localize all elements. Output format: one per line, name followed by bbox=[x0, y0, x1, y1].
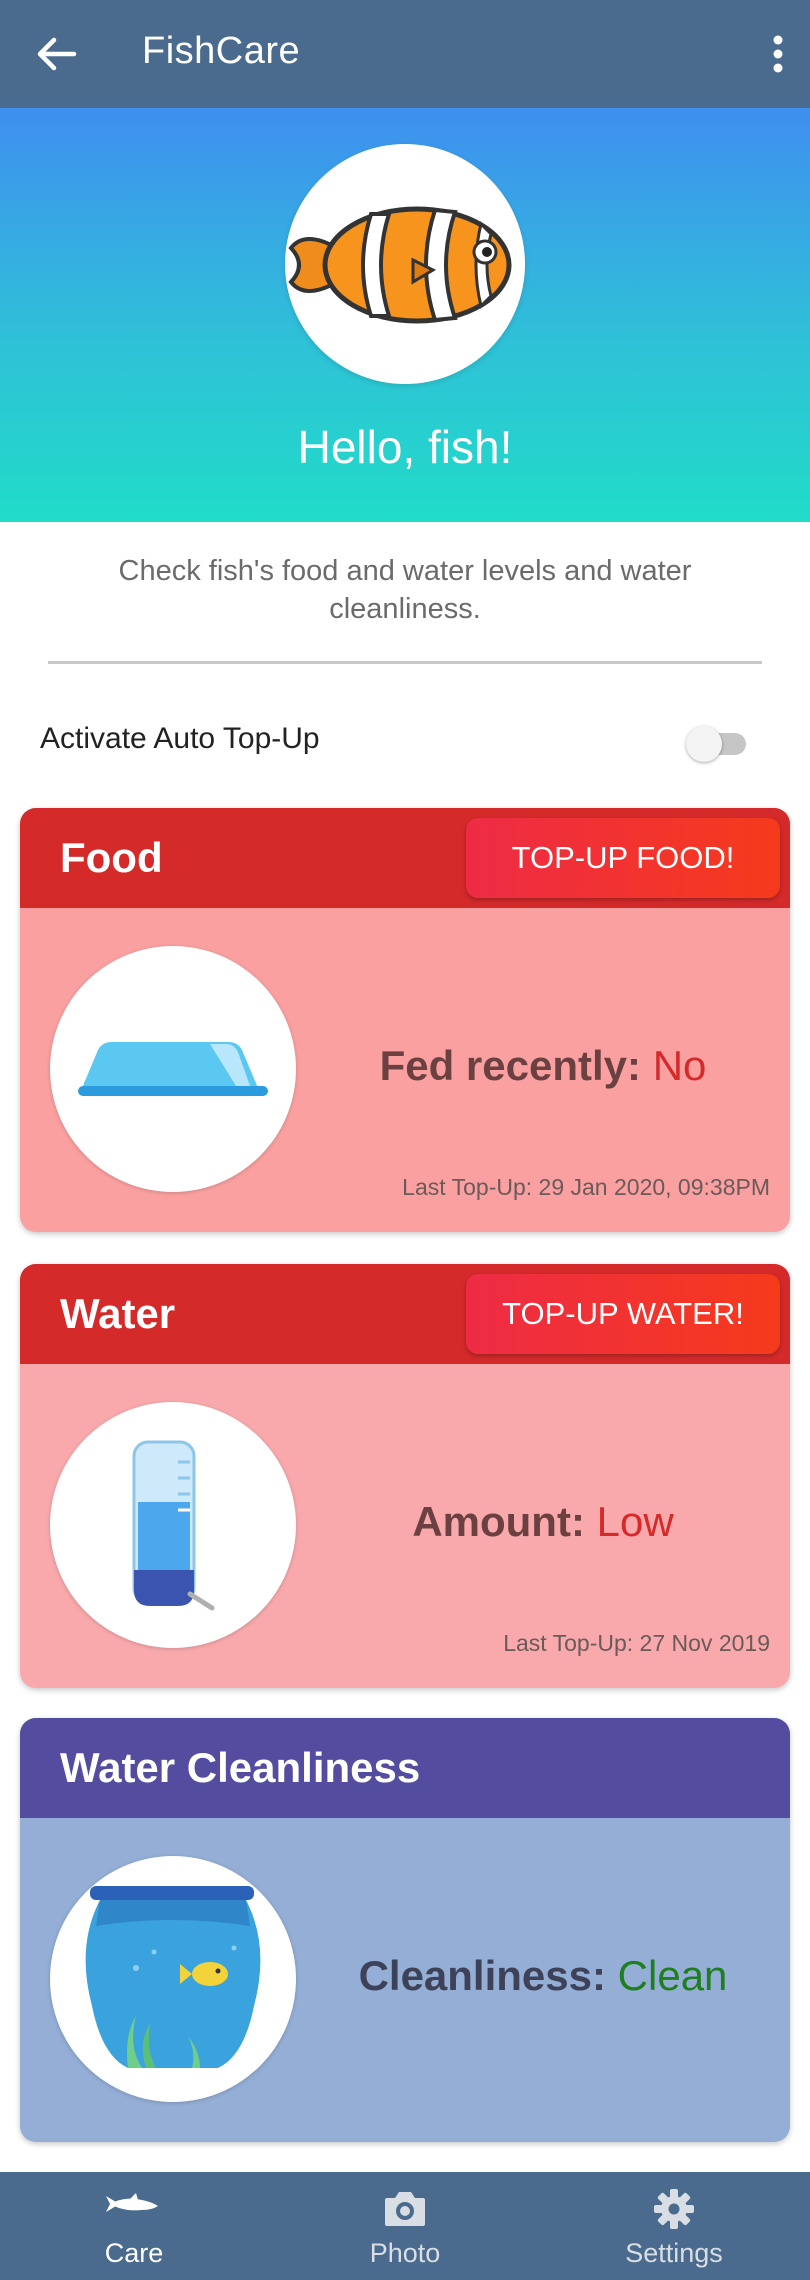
app-bar: FishCare bbox=[0, 0, 810, 108]
clownfish-icon bbox=[288, 206, 512, 324]
topup-food-button[interactable]: TOP-UP FOOD! bbox=[466, 818, 780, 898]
cleanliness-card-title: Water Cleanliness bbox=[60, 1744, 421, 1791]
water-card: Water TOP-UP WATER! Amount: Low Last Top… bbox=[20, 1264, 790, 1688]
food-last-topup: Last Top-Up: 29 Jan 2020, 09:38PM bbox=[402, 1174, 770, 1200]
bottom-navigation: Care Photo Settings bbox=[0, 2172, 810, 2280]
back-arrow-icon[interactable] bbox=[34, 32, 78, 76]
water-amount-metric: Amount: Low bbox=[296, 1498, 790, 1546]
food-card-title: Food bbox=[60, 834, 163, 881]
fish-icon bbox=[34, 2188, 234, 2232]
nav-photo-label: Photo bbox=[369, 2238, 441, 2268]
app-title: FishCare bbox=[142, 30, 301, 72]
water-bottle-icon bbox=[50, 1402, 296, 1648]
topup-water-button[interactable]: TOP-UP WATER! bbox=[466, 1274, 780, 1354]
water-last-topup: Last Top-Up: 27 Nov 2019 bbox=[503, 1630, 770, 1656]
toggle-thumb bbox=[686, 726, 722, 762]
fed-recently-metric: Fed recently: No bbox=[296, 1042, 790, 1090]
food-card: Food TOP-UP FOOD! Fed recently: No Last … bbox=[20, 808, 790, 1232]
water-amount-label: Amount: bbox=[412, 1498, 585, 1545]
food-bowl-icon bbox=[50, 946, 296, 1192]
food-card-header: Food TOP-UP FOOD! bbox=[20, 808, 790, 908]
nav-settings[interactable]: Settings bbox=[574, 2172, 774, 2280]
nav-settings-label: Settings bbox=[625, 2238, 723, 2268]
camera-icon bbox=[305, 2188, 505, 2232]
cleanliness-card-header: Water Cleanliness bbox=[20, 1718, 790, 1818]
more-options-icon[interactable] bbox=[770, 30, 786, 78]
gear-icon bbox=[574, 2188, 774, 2232]
auto-topup-label: Activate Auto Top-Up bbox=[40, 722, 320, 755]
fishbowl-icon bbox=[50, 1856, 296, 2102]
nav-care-label: Care bbox=[104, 2238, 164, 2268]
description-text: Check fish's food and water levels and w… bbox=[118, 555, 692, 625]
divider bbox=[48, 661, 762, 664]
fed-recently-label: Fed recently: bbox=[379, 1042, 642, 1089]
cleanliness-metric: Cleanliness: Clean bbox=[296, 1952, 790, 2000]
auto-topup-toggle[interactable] bbox=[686, 726, 750, 762]
water-card-title: Water bbox=[60, 1290, 176, 1337]
cleanliness-value: Clean bbox=[617, 1952, 728, 1999]
water-amount-value: Low bbox=[596, 1498, 674, 1545]
hero-banner: Hello, fish! bbox=[0, 108, 810, 522]
cleanliness-card: Water Cleanliness Cleanliness: Clean bbox=[20, 1718, 790, 2142]
water-card-header: Water TOP-UP WATER! bbox=[20, 1264, 790, 1364]
nav-care[interactable]: Care bbox=[34, 2172, 234, 2280]
fed-recently-value: No bbox=[652, 1042, 707, 1089]
nav-photo[interactable]: Photo bbox=[305, 2172, 505, 2280]
cleanliness-label: Cleanliness: bbox=[358, 1952, 606, 1999]
fish-avatar bbox=[285, 144, 525, 384]
greeting-text: Hello, fish! bbox=[297, 421, 513, 473]
